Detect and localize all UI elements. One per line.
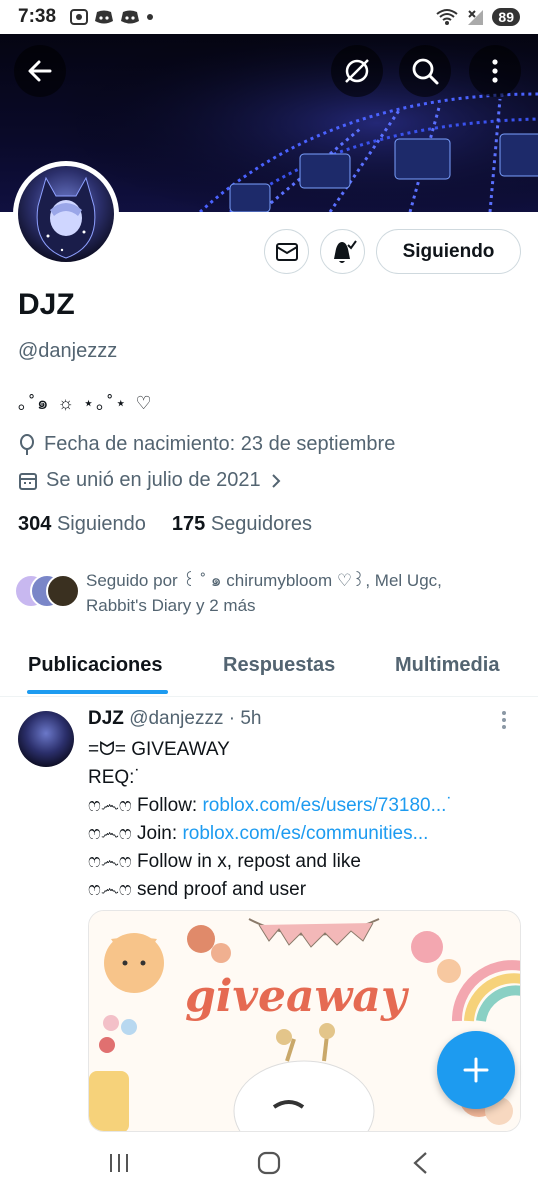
wifi-icon — [436, 9, 459, 25]
signal-icon — [468, 10, 484, 25]
avatar-image — [18, 166, 114, 262]
profile-name: DJZ — [18, 288, 75, 321]
search-button[interactable] — [399, 45, 451, 97]
back-arrow-icon — [28, 60, 52, 82]
active-tab-indicator — [27, 690, 168, 694]
tweet-line: ෆ෴ෆ Follow in x, repost and like — [88, 851, 361, 872]
more-options-button[interactable] — [469, 45, 521, 97]
notification-icons — [70, 9, 154, 25]
tab-replies[interactable]: Respuestas — [223, 654, 335, 677]
tweet-header: DJZ @danjezzz · 5h — [88, 708, 261, 730]
dot-icon — [147, 14, 154, 20]
joined-text: Se unió en julio de 2021 — [46, 469, 261, 491]
tweet-more-button[interactable] — [500, 710, 508, 736]
joined-row[interactable]: Se unió en julio de 2021 — [18, 469, 283, 492]
notifications-button[interactable] — [320, 229, 365, 274]
system-nav-bar — [0, 1132, 538, 1199]
profile-bio: ｡˚๑ ☼ ⋆｡˚⋆ ♡ — [18, 393, 154, 413]
battery-indicator: 89 — [492, 8, 520, 26]
back-button[interactable] — [14, 45, 66, 97]
following-label: Siguiendo — [56, 513, 146, 535]
tab-posts[interactable]: Publicaciones — [28, 654, 163, 677]
profile-avatar[interactable] — [13, 161, 119, 267]
tweet-link[interactable]: roblox.com/es/users/73180...˙ — [202, 795, 452, 816]
calendar-icon — [19, 472, 37, 490]
tweet-author[interactable]: DJZ — [88, 708, 124, 729]
status-time: 7:38 — [18, 6, 57, 27]
status-bar: 7:38 89 — [0, 0, 538, 34]
bell-icon — [333, 239, 357, 263]
avatar — [46, 574, 80, 608]
tab-media[interactable]: Multimedia — [395, 654, 499, 677]
mail-icon — [275, 242, 298, 261]
tweet-line: ෆ෴ෆ Join: roblox.com/es/communities... — [88, 820, 528, 848]
tweet-line: REQ:˙ — [88, 767, 141, 788]
tweet-text: =ᗢ= GIVEAWAY REQ:˙ ෆ෴ෆ Follow: roblox.co… — [88, 736, 528, 904]
followers-label: Seguidores — [210, 513, 313, 535]
following-button[interactable]: Siguiendo — [376, 229, 521, 274]
recent-apps-icon[interactable] — [106, 1150, 132, 1176]
status-right: 89 — [436, 8, 520, 26]
followed-by-text: Seguido por ꒰ ˚ ๑ chirumybloom ♡꒱, Mel U… — [86, 571, 442, 615]
chevron-right-icon — [271, 473, 281, 488]
tweet-line: =ᗢ= GIVEAWAY — [88, 739, 230, 760]
screenshot-icon — [70, 9, 89, 25]
tweet-handle-time: @danjezzz · 5h — [129, 708, 262, 729]
profile-handle: @danjezzz — [18, 340, 118, 362]
giveaway-title: giveaway — [185, 971, 410, 1022]
balloon-icon — [20, 433, 34, 455]
message-button[interactable] — [264, 229, 309, 274]
discord-icon — [95, 10, 114, 24]
follow-stats: 304 Siguiendo 175 Seguidores — [18, 513, 312, 536]
followers-count: 175 — [171, 513, 206, 535]
followers-stat[interactable]: 175 Seguidores — [172, 513, 312, 536]
tweet-line: ෆ෴ෆ Follow: roblox.com/es/users/73180...… — [88, 792, 528, 820]
system-back-icon[interactable] — [408, 1150, 434, 1176]
birthday-row: Fecha de nacimiento: 23 de septiembre — [18, 433, 395, 456]
search-icon — [412, 58, 439, 85]
followed-by-row[interactable]: Seguido por ꒰ ˚ ๑ chirumybloom ♡꒱, Mel U… — [14, 568, 506, 618]
no-signal-icon — [345, 59, 369, 83]
plus-icon — [463, 1057, 489, 1083]
discord-icon — [121, 10, 140, 24]
follower-avatars — [14, 574, 82, 614]
tweet-avatar[interactable] — [18, 711, 74, 767]
tweet-line-prefix: ෆ෴ෆ Follow: — [88, 795, 203, 816]
more-vertical-icon — [502, 711, 506, 729]
following-count: 304 — [18, 513, 52, 535]
home-icon[interactable] — [256, 1150, 282, 1176]
compose-button[interactable] — [437, 1031, 515, 1109]
mute-button[interactable] — [331, 45, 383, 97]
following-stat[interactable]: 304 Siguiendo — [18, 513, 146, 536]
tweet-link[interactable]: roblox.com/es/communities... — [182, 823, 428, 844]
profile-tabs: Publicaciones Respuestas Multimedia — [0, 640, 538, 697]
birthday-text: Fecha de nacimiento: 23 de septiembre — [44, 433, 396, 455]
tweet-line: ෆ෴ෆ send proof and user — [88, 879, 307, 900]
more-vertical-icon — [492, 59, 498, 83]
anime-avatar-art — [36, 176, 96, 259]
tweet-line-prefix: ෆ෴ෆ Join: — [88, 823, 183, 844]
